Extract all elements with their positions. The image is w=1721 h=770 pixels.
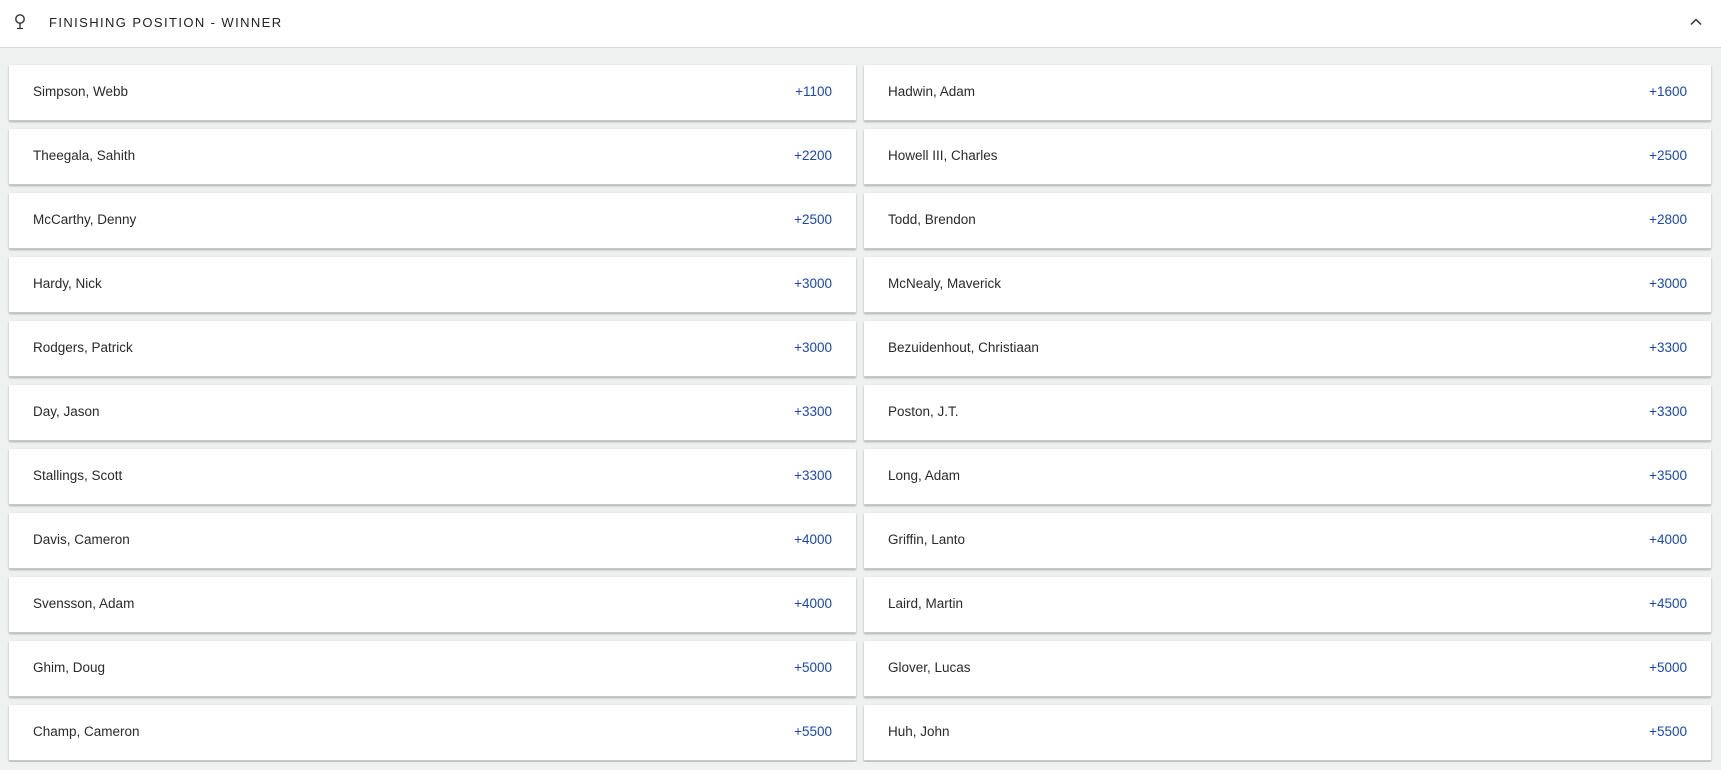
selection-right-4[interactable]: Bezuidenhout, Christiaan +3300 [864,321,1711,377]
selection-left-0[interactable]: Simpson, Webb +1100 [9,65,856,121]
selection-odds[interactable]: +2800 [1649,193,1687,247]
selection-right-5[interactable]: Poston, J.T. +3300 [864,385,1711,441]
selection-name: McCarthy, Denny [33,212,137,227]
bottom-edge [0,762,1721,770]
selection-left-2[interactable]: McCarthy, Denny +2500 [9,193,856,249]
selection-name: Hardy, Nick [33,276,102,291]
selection-odds[interactable]: +3500 [1649,449,1687,503]
selection-left-5[interactable]: Day, Jason +3300 [9,385,856,441]
selection-name: Laird, Martin [888,596,964,611]
selection-left-3[interactable]: Hardy, Nick +3000 [9,257,856,313]
selection-odds[interactable]: +3300 [794,385,832,439]
selection-odds[interactable]: +4500 [1649,577,1687,631]
selection-left-6[interactable]: Stallings, Scott +3300 [9,449,856,505]
selection-name: Simpson, Webb [33,84,129,99]
selection-name: Poston, J.T. [888,404,959,419]
selection-odds[interactable]: +5500 [794,705,832,759]
selection-left-1[interactable]: Theegala, Sahith +2200 [9,129,856,185]
selection-right-0[interactable]: Hadwin, Adam +1600 [864,65,1711,121]
selection-odds[interactable]: +5000 [794,641,832,695]
selection-name: Bezuidenhout, Christiaan [888,340,1039,355]
selection-odds[interactable]: +4000 [794,513,832,567]
selection-right-2[interactable]: Todd, Brendon +2800 [864,193,1711,249]
selection-odds[interactable]: +3300 [1649,385,1687,439]
map-pin-icon [12,12,28,32]
selection-odds[interactable]: +5000 [1649,641,1687,695]
selection-right-10[interactable]: Huh, John +5500 [864,705,1711,761]
selection-odds[interactable]: +2500 [794,193,832,247]
selection-right-6[interactable]: Long, Adam +3500 [864,449,1711,505]
selection-left-4[interactable]: Rodgers, Patrick +3000 [9,321,856,377]
selection-name: Hadwin, Adam [888,84,976,99]
selection-odds[interactable]: +2500 [1649,129,1687,183]
selection-name: Glover, Lucas [888,660,971,675]
selection-left-10[interactable]: Champ, Cameron +5500 [9,705,856,761]
selection-odds[interactable]: +3300 [794,449,832,503]
selection-right-8[interactable]: Laird, Martin +4500 [864,577,1711,633]
selection-odds[interactable]: +1100 [795,65,832,119]
selection-name: McNealy, Maverick [888,276,1002,291]
selections-grid: Simpson, Webb +1100 Hadwin, Adam +1600 Theeg… [9,65,1711,761]
selection-name: Svensson, Adam [33,596,135,611]
selection-name: Howell III, Charles [888,148,998,163]
market-title: FINISHING POSITION - WINNER [49,15,283,30]
selection-right-7[interactable]: Griffin, Lanto +4000 [864,513,1711,569]
selection-name: Stallings, Scott [33,468,123,483]
selection-odds[interactable]: +2200 [794,129,832,183]
selection-odds[interactable]: +4000 [1649,513,1687,567]
selection-name: Davis, Cameron [33,532,130,547]
market-header[interactable]: FINISHING POSITION - WINNER [0,0,1721,48]
selection-name: Rodgers, Patrick [33,340,133,355]
selection-odds[interactable]: +3000 [794,257,832,311]
selection-name: Griffin, Lanto [888,532,966,547]
selection-odds[interactable]: +3000 [794,321,832,375]
chevron-up-icon[interactable] [1688,14,1704,30]
selection-name: Long, Adam [888,468,961,483]
selection-odds[interactable]: +4000 [794,577,832,631]
selection-name: Day, Jason [33,404,100,419]
selection-right-1[interactable]: Howell III, Charles +2500 [864,129,1711,185]
selection-odds[interactable]: +3000 [1649,257,1687,311]
selection-name: Champ, Cameron [33,724,140,739]
selection-name: Todd, Brendon [888,212,976,227]
selection-name: Ghim, Doug [33,660,106,675]
selection-name: Theegala, Sahith [33,148,136,163]
selection-right-9[interactable]: Glover, Lucas +5000 [864,641,1711,697]
selection-name: Huh, John [888,724,950,739]
selection-left-7[interactable]: Davis, Cameron +4000 [9,513,856,569]
selection-left-9[interactable]: Ghim, Doug +5000 [9,641,856,697]
selection-odds[interactable]: +5500 [1649,705,1687,759]
selection-odds[interactable]: +1600 [1649,65,1687,119]
selection-left-8[interactable]: Svensson, Adam +4000 [9,577,856,633]
selection-right-3[interactable]: McNealy, Maverick +3000 [864,257,1711,313]
selection-odds[interactable]: +3300 [1649,321,1687,375]
